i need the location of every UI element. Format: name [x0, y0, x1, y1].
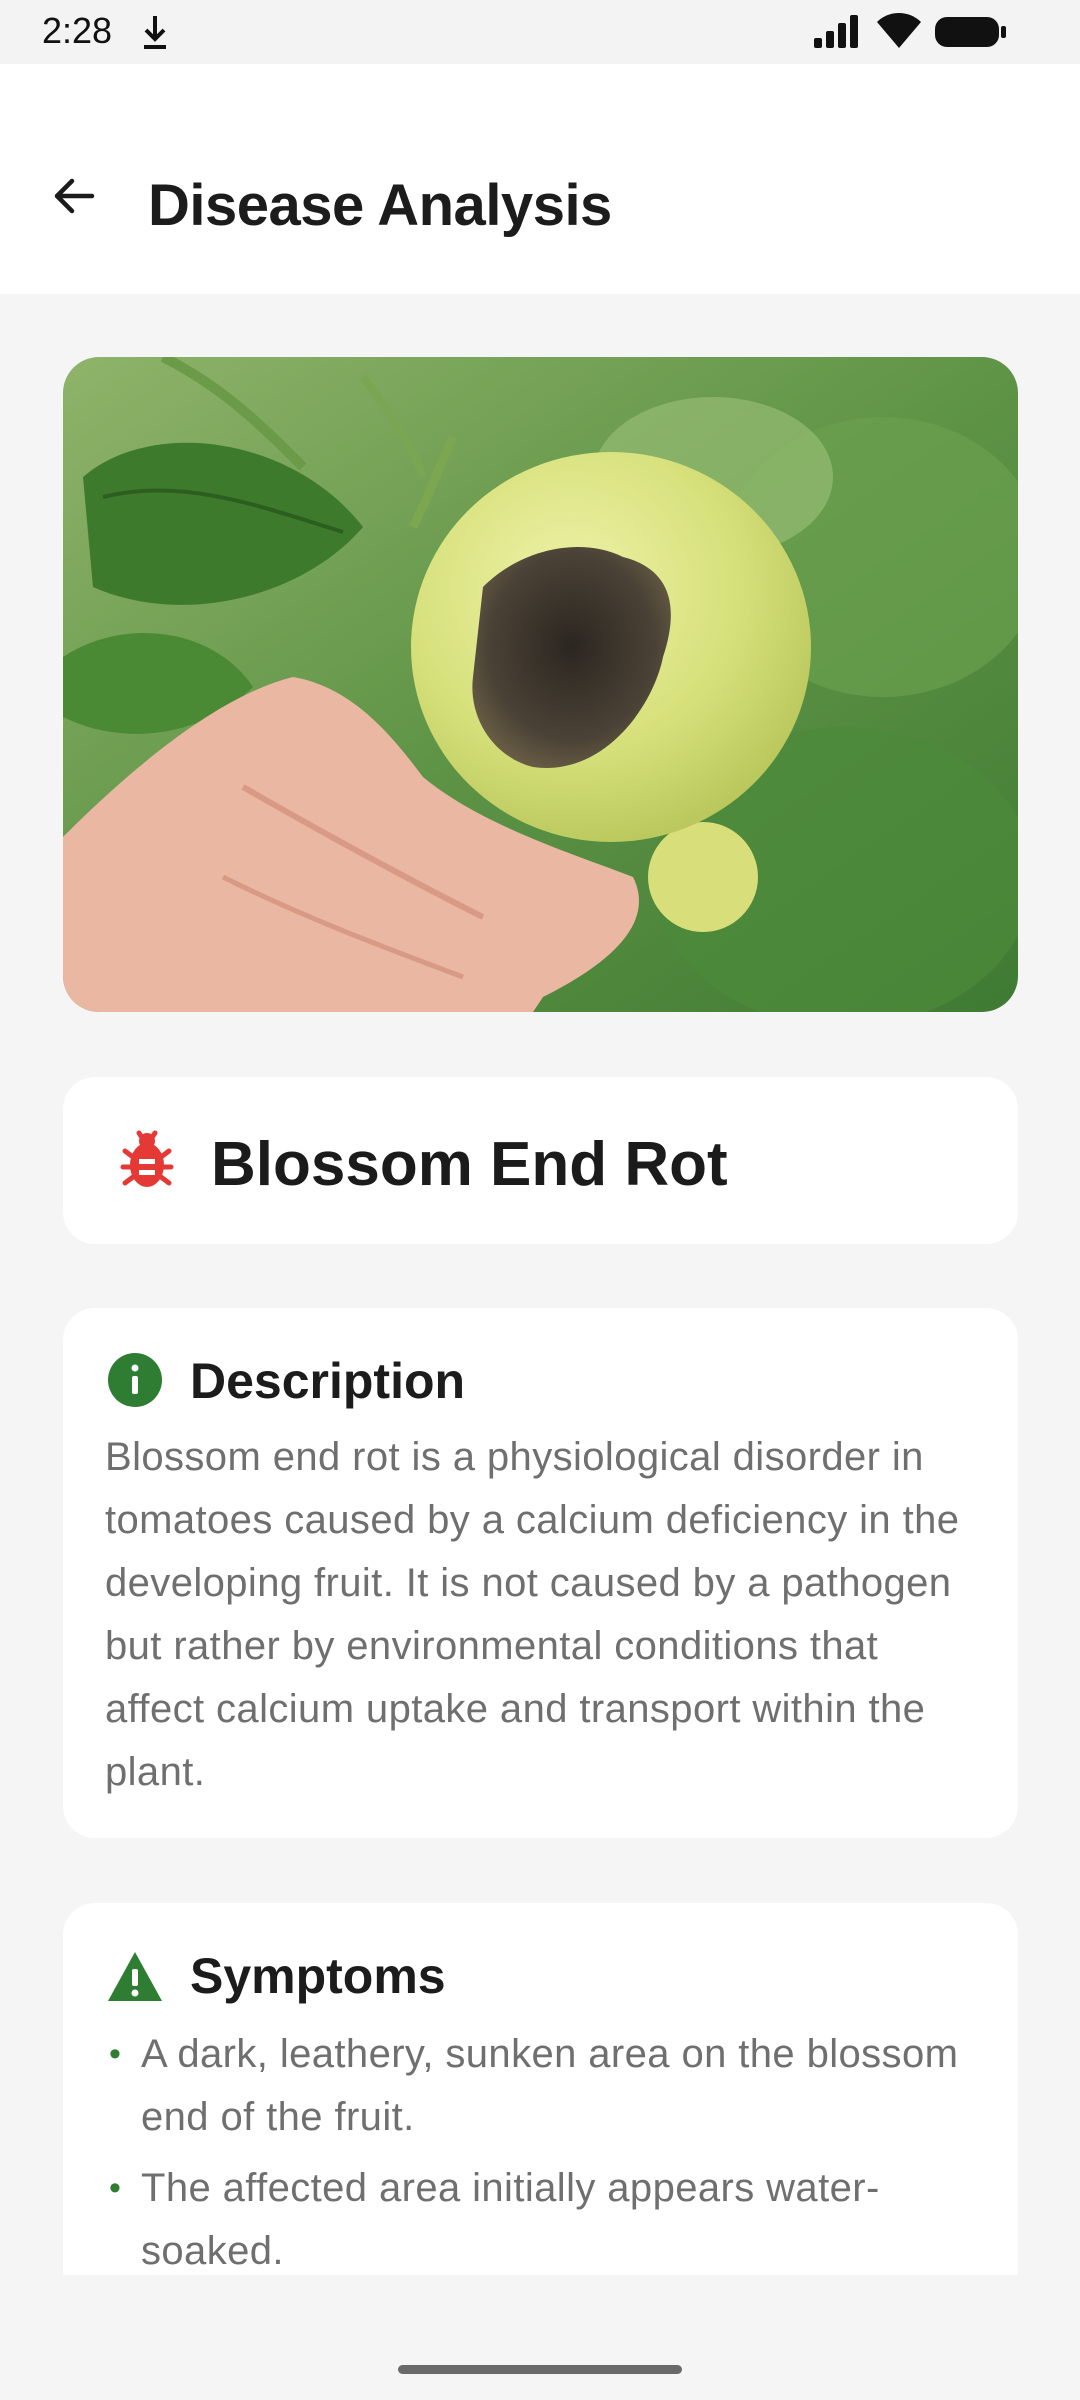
description-title: Description	[190, 1353, 466, 1409]
warning-icon	[108, 1952, 162, 2001]
description-text: Blossom end rot is a physiological disor…	[105, 1435, 960, 1794]
symptoms-title: Symptoms	[190, 1948, 446, 2004]
disease-photo	[63, 357, 1018, 1012]
disease-name-card: Blossom End Rot	[63, 1077, 1018, 1244]
info-icon	[108, 1353, 162, 1407]
page-title: Disease Analysis	[148, 173, 612, 238]
battery-icon	[935, 17, 1006, 47]
wifi-icon	[877, 13, 921, 48]
download-icon	[144, 16, 166, 49]
description-card: Description Blossom end rot is a physiol…	[63, 1308, 1018, 1838]
symptoms-list: • A dark, leathery, sunken area on the b…	[105, 2023, 995, 2275]
symptom-text: A dark, leathery, sunken area on the blo…	[141, 2032, 959, 2139]
arrow-back-icon	[54, 178, 95, 214]
symptom-text: The affected area initially appears wate…	[141, 2166, 880, 2273]
status-time: 2:28	[42, 10, 113, 51]
signal-icon	[814, 15, 858, 48]
bug-icon	[120, 1130, 174, 1187]
bullet-dot-icon: •	[109, 2035, 122, 2073]
back-button[interactable]	[38, 160, 110, 232]
app-bar: Disease Analysis	[0, 64, 1080, 294]
status-bar: 2:28	[0, 0, 1080, 64]
symptom-item: • The affected area initially appears wa…	[105, 2157, 995, 2275]
bullet-dot-icon: •	[109, 2169, 122, 2207]
disease-name: Blossom End Rot	[211, 1130, 728, 1199]
symptoms-card: Symptoms • A dark, leathery, sunken area…	[63, 1903, 1018, 2275]
symptom-item: • A dark, leathery, sunken area on the b…	[105, 2023, 995, 2149]
home-indicator[interactable]	[398, 2365, 682, 2374]
